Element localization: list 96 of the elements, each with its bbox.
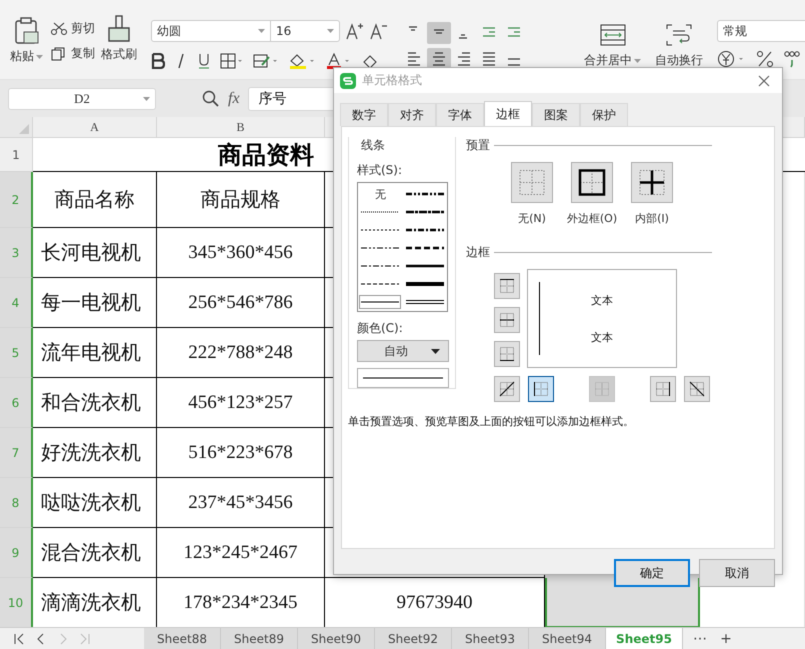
table-cell: 516*223*678	[157, 428, 325, 478]
align-icon[interactable]	[427, 22, 451, 44]
table-cell: 长河电视机	[33, 228, 157, 278]
wrap-text-icon[interactable]	[666, 24, 692, 46]
column-header[interactable]: A	[33, 117, 157, 138]
scissors-icon[interactable]	[51, 22, 67, 36]
table-cell: 每一电视机	[33, 278, 157, 328]
column-header[interactable]: B	[157, 117, 325, 138]
percent-icon[interactable]	[756, 50, 774, 68]
preset-label: 无(N)	[518, 211, 546, 226]
border-button[interactable]	[494, 376, 520, 402]
caret-icon	[634, 58, 641, 62]
sheet-tab[interactable]: Sheet90	[298, 628, 375, 649]
paste-button[interactable]: 粘贴	[10, 48, 34, 65]
table-cell: 混合洗衣机	[33, 528, 157, 578]
merge-cells-icon[interactable]	[600, 24, 626, 46]
dialog-tab[interactable]: 保护	[580, 103, 628, 126]
border-button[interactable]	[494, 341, 520, 367]
copy-icon[interactable]	[51, 46, 67, 60]
table-cell: 456*123*257	[157, 378, 325, 428]
hint-text: 单击预置选项、预览草图及上面的按钮可以添加边框样式。	[348, 414, 635, 429]
sheet-tab[interactable]: Sheet92	[375, 628, 452, 649]
table-cell: 237*45*3456	[157, 478, 325, 528]
border-button[interactable]	[494, 273, 520, 299]
sheet-tab[interactable]: Sheet88	[144, 628, 221, 649]
dialog-tab[interactable]: 数字	[340, 103, 388, 126]
add-sheet-button[interactable]: +	[717, 630, 735, 646]
dialog-tab[interactable]: 对齐	[388, 103, 436, 126]
triangle-icon	[19, 124, 29, 134]
sheet-tab[interactable]: Sheet94	[529, 628, 606, 649]
caret-icon	[36, 54, 43, 58]
caret-icon	[143, 96, 150, 100]
border-preview[interactable]: 文本 文本	[527, 269, 677, 368]
row-header[interactable]: 1	[0, 138, 33, 172]
table-cell: 345*360*456	[157, 228, 325, 278]
border-button[interactable]	[528, 376, 554, 402]
border-button[interactable]	[650, 376, 676, 402]
line-style-option[interactable]: 无	[370, 186, 390, 202]
color-label: 颜色(C):	[357, 320, 404, 337]
preset-button[interactable]	[571, 162, 613, 203]
border-button[interactable]	[684, 376, 710, 402]
wrap-text-button[interactable]: 自动换行	[655, 52, 703, 69]
table-cell: 222*788*248	[157, 328, 325, 378]
dialog-title: 单元格格式	[362, 72, 422, 89]
number-format-dropdown[interactable]: 常规	[717, 20, 805, 42]
name-box[interactable]: D2	[8, 88, 156, 110]
borders-icon[interactable]	[220, 53, 244, 69]
table-cell: 123*245*2467	[157, 528, 325, 578]
grow-font-icon[interactable]	[346, 22, 364, 40]
conditional-format-icon[interactable]	[253, 53, 279, 69]
font-name-dropdown[interactable]: 幼圆	[151, 20, 271, 42]
eraser-icon[interactable]	[362, 53, 378, 69]
preset-button[interactable]	[631, 162, 673, 203]
function-label[interactable]: fx	[228, 90, 240, 108]
format-painter-button[interactable]: 格式刷	[101, 46, 137, 63]
zoom-icon[interactable]	[202, 90, 220, 108]
sheet-tab[interactable]: Sheet93	[452, 628, 529, 649]
group-label: 预置	[466, 137, 490, 154]
dialog-tab[interactable]: 图案	[532, 103, 580, 126]
app-logo-icon	[340, 72, 356, 88]
copy-button[interactable]: 复制	[71, 45, 95, 62]
dialog-button[interactable]: 确定	[614, 559, 690, 587]
sheet-tab[interactable]: Sheet89	[221, 628, 298, 649]
dialog-tab[interactable]: 字体	[436, 103, 484, 126]
preview-text: 文本	[591, 292, 613, 308]
font-size-dropdown[interactable]: 16	[270, 20, 340, 42]
underline-icon[interactable]	[197, 53, 211, 69]
caret-icon	[431, 348, 440, 354]
color-dropdown[interactable]: 自动	[357, 340, 449, 362]
caret-icon	[327, 29, 334, 33]
preset-label: 外边框(O)	[566, 211, 618, 226]
cut-button[interactable]: 剪切	[71, 20, 95, 37]
table-cell: 256*546*786	[157, 278, 325, 328]
thousands-icon[interactable]	[783, 50, 801, 68]
dialog-tab[interactable]: 边框	[484, 101, 532, 126]
header-cell: 商品名称	[33, 172, 157, 228]
table-cell: 流年电视机	[33, 328, 157, 378]
close-icon[interactable]	[758, 74, 770, 86]
table-cell: 和合洗衣机	[33, 378, 157, 428]
preset-label: 内部(I)	[635, 211, 669, 226]
fill-color-icon[interactable]	[288, 52, 316, 70]
sheet-tab[interactable]: Sheet95	[606, 628, 683, 649]
group-label: 边框	[466, 244, 490, 261]
header-cell: 商品规格	[157, 172, 325, 228]
bold-icon[interactable]	[151, 53, 165, 69]
border-button[interactable]	[494, 307, 520, 333]
table-cell: 好洗洗衣机	[33, 428, 157, 478]
caret-icon	[258, 29, 265, 33]
shrink-font-icon[interactable]	[370, 22, 388, 40]
line-style-option[interactable]	[359, 295, 402, 309]
preview-text: 文本	[591, 330, 613, 344]
first-sheet-icon[interactable]	[12, 632, 26, 646]
table-cell: 哒哒洗衣机	[33, 478, 157, 528]
dialog-button[interactable]: 取消	[699, 559, 775, 587]
more-sheets-button[interactable]: ⋯	[691, 630, 709, 646]
merge-center-button[interactable]: 合并居中	[584, 52, 632, 69]
